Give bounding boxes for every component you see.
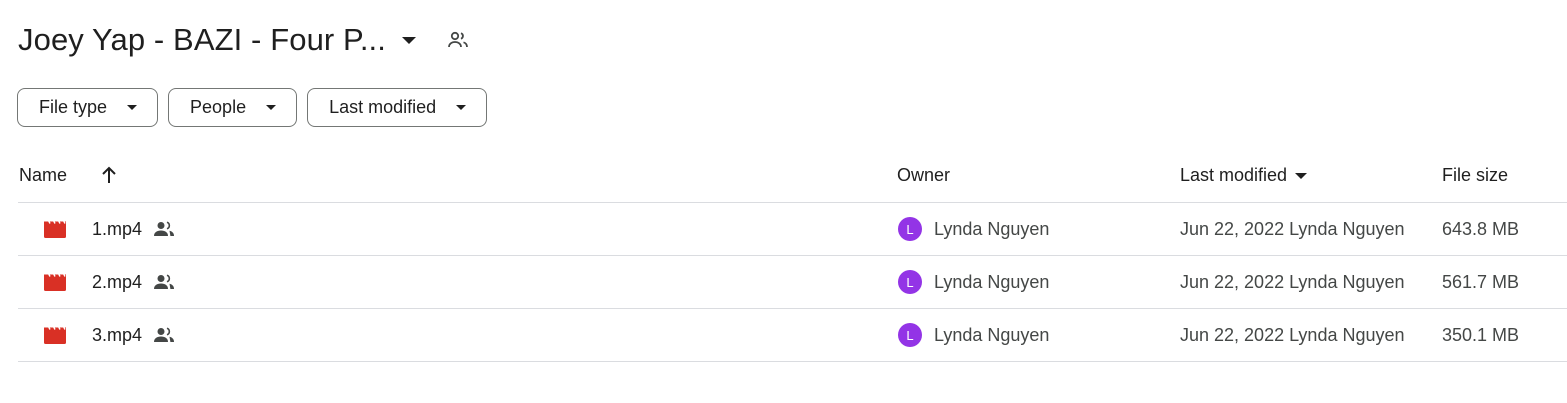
avatar[interactable]: L xyxy=(898,217,922,241)
avatar[interactable]: L xyxy=(898,323,922,347)
people-filter[interactable]: People xyxy=(168,88,298,127)
last-modified-cell: Jun 22, 2022 Lynda Nguyen xyxy=(1180,218,1405,239)
column-header-label: Last modified xyxy=(1180,165,1288,185)
file-size-cell: 350.1 MB xyxy=(1442,324,1520,345)
file-name-cell: 3.mp4 xyxy=(92,309,175,361)
video-file-icon xyxy=(43,256,67,308)
column-header-owner[interactable]: Owner xyxy=(897,165,950,186)
shared-icon xyxy=(153,327,175,343)
owner-name: Lynda Nguyen xyxy=(934,218,1050,239)
file-name[interactable]: 1.mp4 xyxy=(92,219,142,240)
file-type-filter[interactable]: File type xyxy=(17,88,159,127)
shared-people-icon[interactable] xyxy=(446,28,470,52)
table-header: Name Owner Last modified File size xyxy=(18,150,1567,203)
avatar[interactable]: L xyxy=(898,270,922,294)
file-name[interactable]: 3.mp4 xyxy=(92,325,142,346)
owner-name: Lynda Nguyen xyxy=(934,271,1050,292)
last-modified-cell: Jun 22, 2022 Lynda Nguyen xyxy=(1180,271,1405,292)
video-file-icon xyxy=(43,203,67,255)
video-file-icon xyxy=(43,309,67,361)
owner-cell: L Lynda Nguyen xyxy=(898,256,1049,308)
last-modified-filter[interactable]: Last modified xyxy=(307,88,488,127)
file-name[interactable]: 2.mp4 xyxy=(92,272,142,293)
filter-bar: File type People Last modified xyxy=(17,88,488,127)
owner-cell: L Lynda Nguyen xyxy=(898,203,1049,255)
shared-icon xyxy=(153,221,175,237)
filter-label: File type xyxy=(39,97,108,117)
dropdown-caret-icon xyxy=(127,105,138,110)
sort-ascending-icon[interactable] xyxy=(100,165,118,190)
table-row[interactable]: 2.mp4 L Lynda Nguyen Jun 22, 2022 Lynda … xyxy=(18,256,1567,309)
chevron-down-icon[interactable] xyxy=(401,36,416,44)
table-row[interactable]: 1.mp4 L Lynda Nguyen Jun 22, 2022 Lynda … xyxy=(18,203,1567,256)
last-modified-cell: Jun 22, 2022 Lynda Nguyen xyxy=(1180,324,1405,345)
file-list: Name Owner Last modified File size 1.mp4… xyxy=(18,150,1567,362)
owner-name: Lynda Nguyen xyxy=(934,324,1050,345)
sort-descending-caret-icon xyxy=(1295,172,1308,179)
file-name-cell: 2.mp4 xyxy=(92,256,175,308)
column-header-last-modified[interactable]: Last modified xyxy=(1180,165,1308,186)
file-size-cell: 561.7 MB xyxy=(1442,271,1520,292)
shared-icon xyxy=(153,274,175,290)
folder-header: Joey Yap - BAZI - Four P... xyxy=(18,18,470,62)
file-size-cell: 643.8 MB xyxy=(1442,218,1520,239)
filter-label: Last modified xyxy=(329,97,437,117)
filter-label: People xyxy=(190,97,247,117)
column-header-file-size[interactable]: File size xyxy=(1442,165,1508,186)
file-name-cell: 1.mp4 xyxy=(92,203,175,255)
folder-title[interactable]: Joey Yap - BAZI - Four P... xyxy=(18,22,386,58)
dropdown-caret-icon xyxy=(456,105,467,110)
drive-folder-view: Joey Yap - BAZI - Four P... File type Pe… xyxy=(0,0,1567,403)
table-row[interactable]: 3.mp4 L Lynda Nguyen Jun 22, 2022 Lynda … xyxy=(18,309,1567,362)
column-header-name[interactable]: Name xyxy=(19,165,67,186)
dropdown-caret-icon xyxy=(266,105,277,110)
owner-cell: L Lynda Nguyen xyxy=(898,309,1049,361)
